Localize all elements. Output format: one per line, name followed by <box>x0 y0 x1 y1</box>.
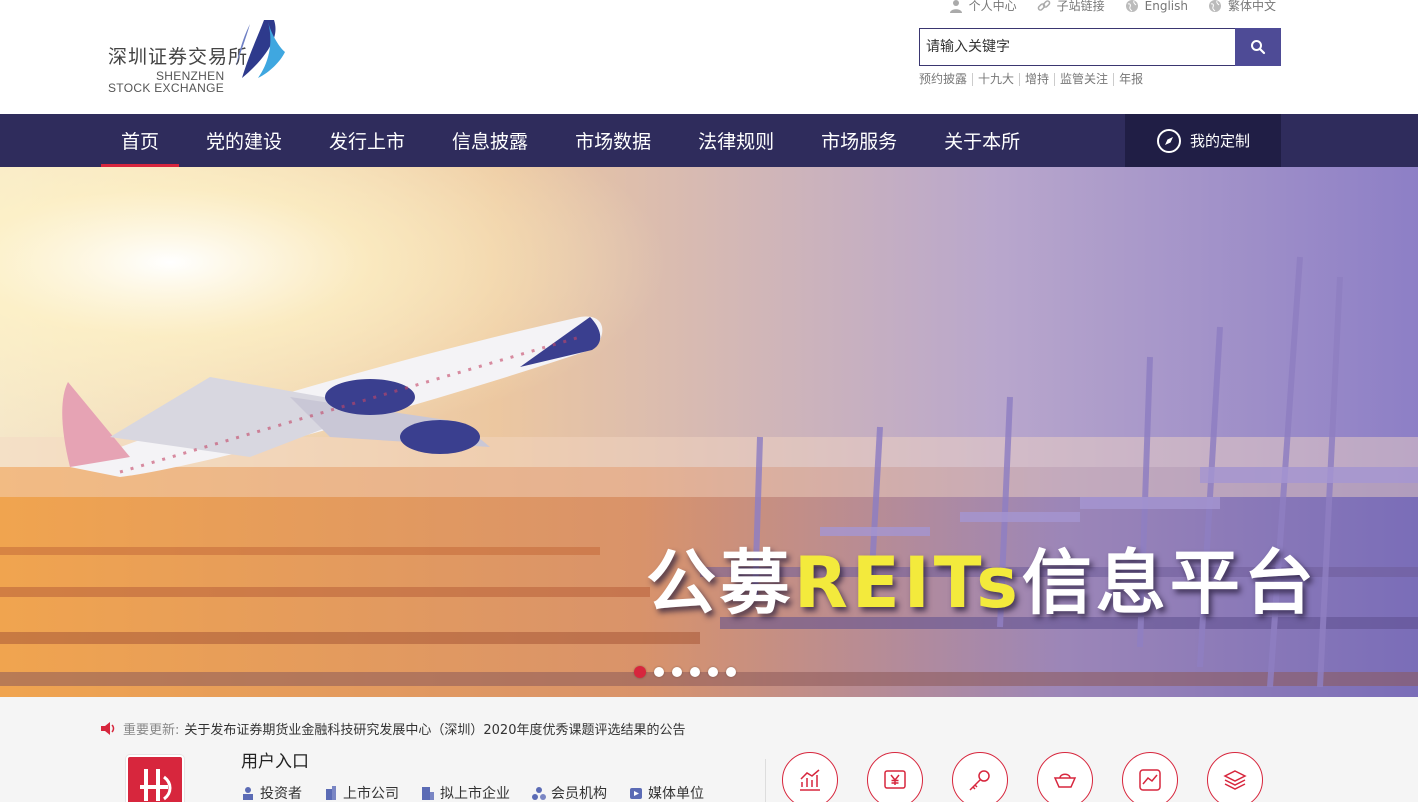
toplink-traditional[interactable]: 繁体中文 <box>1208 0 1276 14</box>
entry-media[interactable]: 媒体单位 <box>629 783 704 802</box>
carousel-dot[interactable] <box>726 667 736 677</box>
carousel-dots <box>634 666 736 678</box>
quick-key[interactable] <box>952 752 1008 802</box>
notice-label: 重要更新: <box>123 723 180 738</box>
compass-icon <box>1156 128 1181 153</box>
page: 深圳证券交易所 SHENZHEN STOCK EXCHANGE 个人中心 子站链… <box>0 0 1418 802</box>
header: 深圳证券交易所 SHENZHEN STOCK EXCHANGE 个人中心 子站链… <box>0 0 1418 114</box>
search-icon <box>1251 40 1266 55</box>
entry-pre-listing[interactable]: 拟上市企业 <box>421 783 510 802</box>
user-icon <box>949 0 962 13</box>
ingot-icon <box>1053 773 1077 788</box>
members-icon <box>532 787 546 800</box>
hot-keyword[interactable]: 预约披露 <box>919 73 972 86</box>
divider <box>765 759 766 802</box>
quick-yen[interactable] <box>867 752 923 802</box>
entry-label: 拟上市企业 <box>440 786 510 802</box>
carousel-dot[interactable] <box>708 667 718 677</box>
entry-label: 投资者 <box>260 786 302 802</box>
nav-item-home[interactable]: 首页 <box>101 114 180 167</box>
banner-title-part2: 信息平台 <box>1021 542 1318 624</box>
notice-link[interactable]: 关于发布证券期货业金融科技研究发展中心（深圳）2020年度优秀课题评选结果的公告 <box>184 719 685 738</box>
nav-item-market-data[interactable]: 市场数据 <box>555 114 671 167</box>
nav-item-rules[interactable]: 法律规则 <box>678 114 794 167</box>
entry-listed-company[interactable]: 上市公司 <box>324 783 399 802</box>
hot-keyword[interactable]: 增持 <box>1019 73 1054 86</box>
speaker-icon <box>101 722 115 735</box>
nav-item-about[interactable]: 关于本所 <box>924 114 1040 167</box>
nav-item-listing[interactable]: 发行上市 <box>309 114 425 167</box>
main-nav: 首页 党的建设 发行上市 信息披露 市场数据 法律规则 市场服务 关于本所 我的… <box>0 114 1418 167</box>
toplink-label: 个人中心 <box>968 0 1017 13</box>
globe-icon <box>1125 0 1138 12</box>
nav-item-party[interactable]: 党的建设 <box>186 114 302 167</box>
nav-item-disclosure[interactable]: 信息披露 <box>432 114 548 167</box>
investor-icon <box>243 787 253 800</box>
quick-chart[interactable] <box>782 752 838 802</box>
my-custom-label: 我的定制 <box>1189 132 1250 150</box>
hot-keyword[interactable]: 监管关注 <box>1054 73 1113 86</box>
quick-layers[interactable] <box>1207 752 1263 802</box>
hero-banner[interactable]: 公募REITs信息平台 <box>0 167 1418 697</box>
carousel-dot[interactable] <box>672 667 682 677</box>
toplink-label: 繁体中文 <box>1227 0 1276 13</box>
entry-label: 会员机构 <box>551 786 607 802</box>
user-entry-list: 投资者 上市公司 拟上市企业 会员机构 媒体单位 <box>241 783 704 802</box>
hot-keyword[interactable]: 十九大 <box>972 73 1019 86</box>
layers-icon <box>1223 770 1247 790</box>
szse-logo[interactable]: 深圳证券交易所 SHENZHEN STOCK EXCHANGE <box>108 18 293 98</box>
globe-icon <box>1208 0 1221 12</box>
building-icon <box>326 786 336 800</box>
yen-icon <box>884 770 906 789</box>
notice-bar: 重要更新: 关于发布证券期货业金融科技研究发展中心（深圳）2020年度优秀课题评… <box>100 719 685 738</box>
entry-label: 上市公司 <box>343 786 399 802</box>
toplink-label: 子站链接 <box>1056 0 1105 13</box>
logo-mark-icon <box>236 20 285 78</box>
link-icon <box>1037 0 1050 11</box>
user-entry-title: 用户入口 <box>241 752 309 772</box>
logo-cn-text: 深圳证券交易所 <box>108 46 249 68</box>
szse-mark-icon <box>140 769 172 801</box>
media-icon <box>630 788 642 799</box>
carousel-dot[interactable] <box>654 667 664 677</box>
company-icon <box>422 787 434 800</box>
my-custom-button[interactable]: 我的定制 <box>1125 114 1281 167</box>
trend-icon <box>1139 769 1161 791</box>
logo-en-line2: STOCK EXCHANGE <box>108 81 225 95</box>
search-button[interactable] <box>1235 28 1281 66</box>
carousel-dot[interactable] <box>690 667 700 677</box>
key-icon <box>969 770 990 791</box>
search-box <box>919 28 1281 66</box>
quick-service-icons <box>782 752 1263 802</box>
entry-members[interactable]: 会员机构 <box>532 783 607 802</box>
bottom-section: 重要更新: 关于发布证券期货业金融科技研究发展中心（深圳）2020年度优秀课题评… <box>0 697 1418 802</box>
toplink-subsites[interactable]: 子站链接 <box>1037 0 1105 14</box>
chart-icon <box>800 769 820 791</box>
banner-title-highlight: REITs <box>794 542 1022 624</box>
search-input[interactable] <box>919 28 1235 66</box>
carousel-dot[interactable] <box>634 666 646 678</box>
toplink-label: English <box>1144 0 1188 13</box>
nav-item-services[interactable]: 市场服务 <box>801 114 917 167</box>
user-entry-logo <box>126 755 184 802</box>
banner-title: 公募REITs信息平台 <box>646 527 1318 628</box>
banner-title-part1: 公募 <box>646 542 794 624</box>
nav-items: 首页 党的建设 发行上市 信息披露 市场数据 法律规则 市场服务 关于本所 <box>101 114 1047 167</box>
toplink-personal[interactable]: 个人中心 <box>949 0 1017 14</box>
toplink-english[interactable]: English <box>1125 0 1188 14</box>
top-links: 个人中心 子站链接 English 繁体中文 <box>949 0 1276 14</box>
quick-ingot[interactable] <box>1037 752 1093 802</box>
entry-investor[interactable]: 投资者 <box>241 783 302 802</box>
entry-label: 媒体单位 <box>648 786 704 802</box>
hot-keywords: 预约披露 十九大 增持 监管关注 年报 <box>919 73 1148 86</box>
hot-keyword[interactable]: 年报 <box>1113 73 1148 86</box>
quick-trend[interactable] <box>1122 752 1178 802</box>
